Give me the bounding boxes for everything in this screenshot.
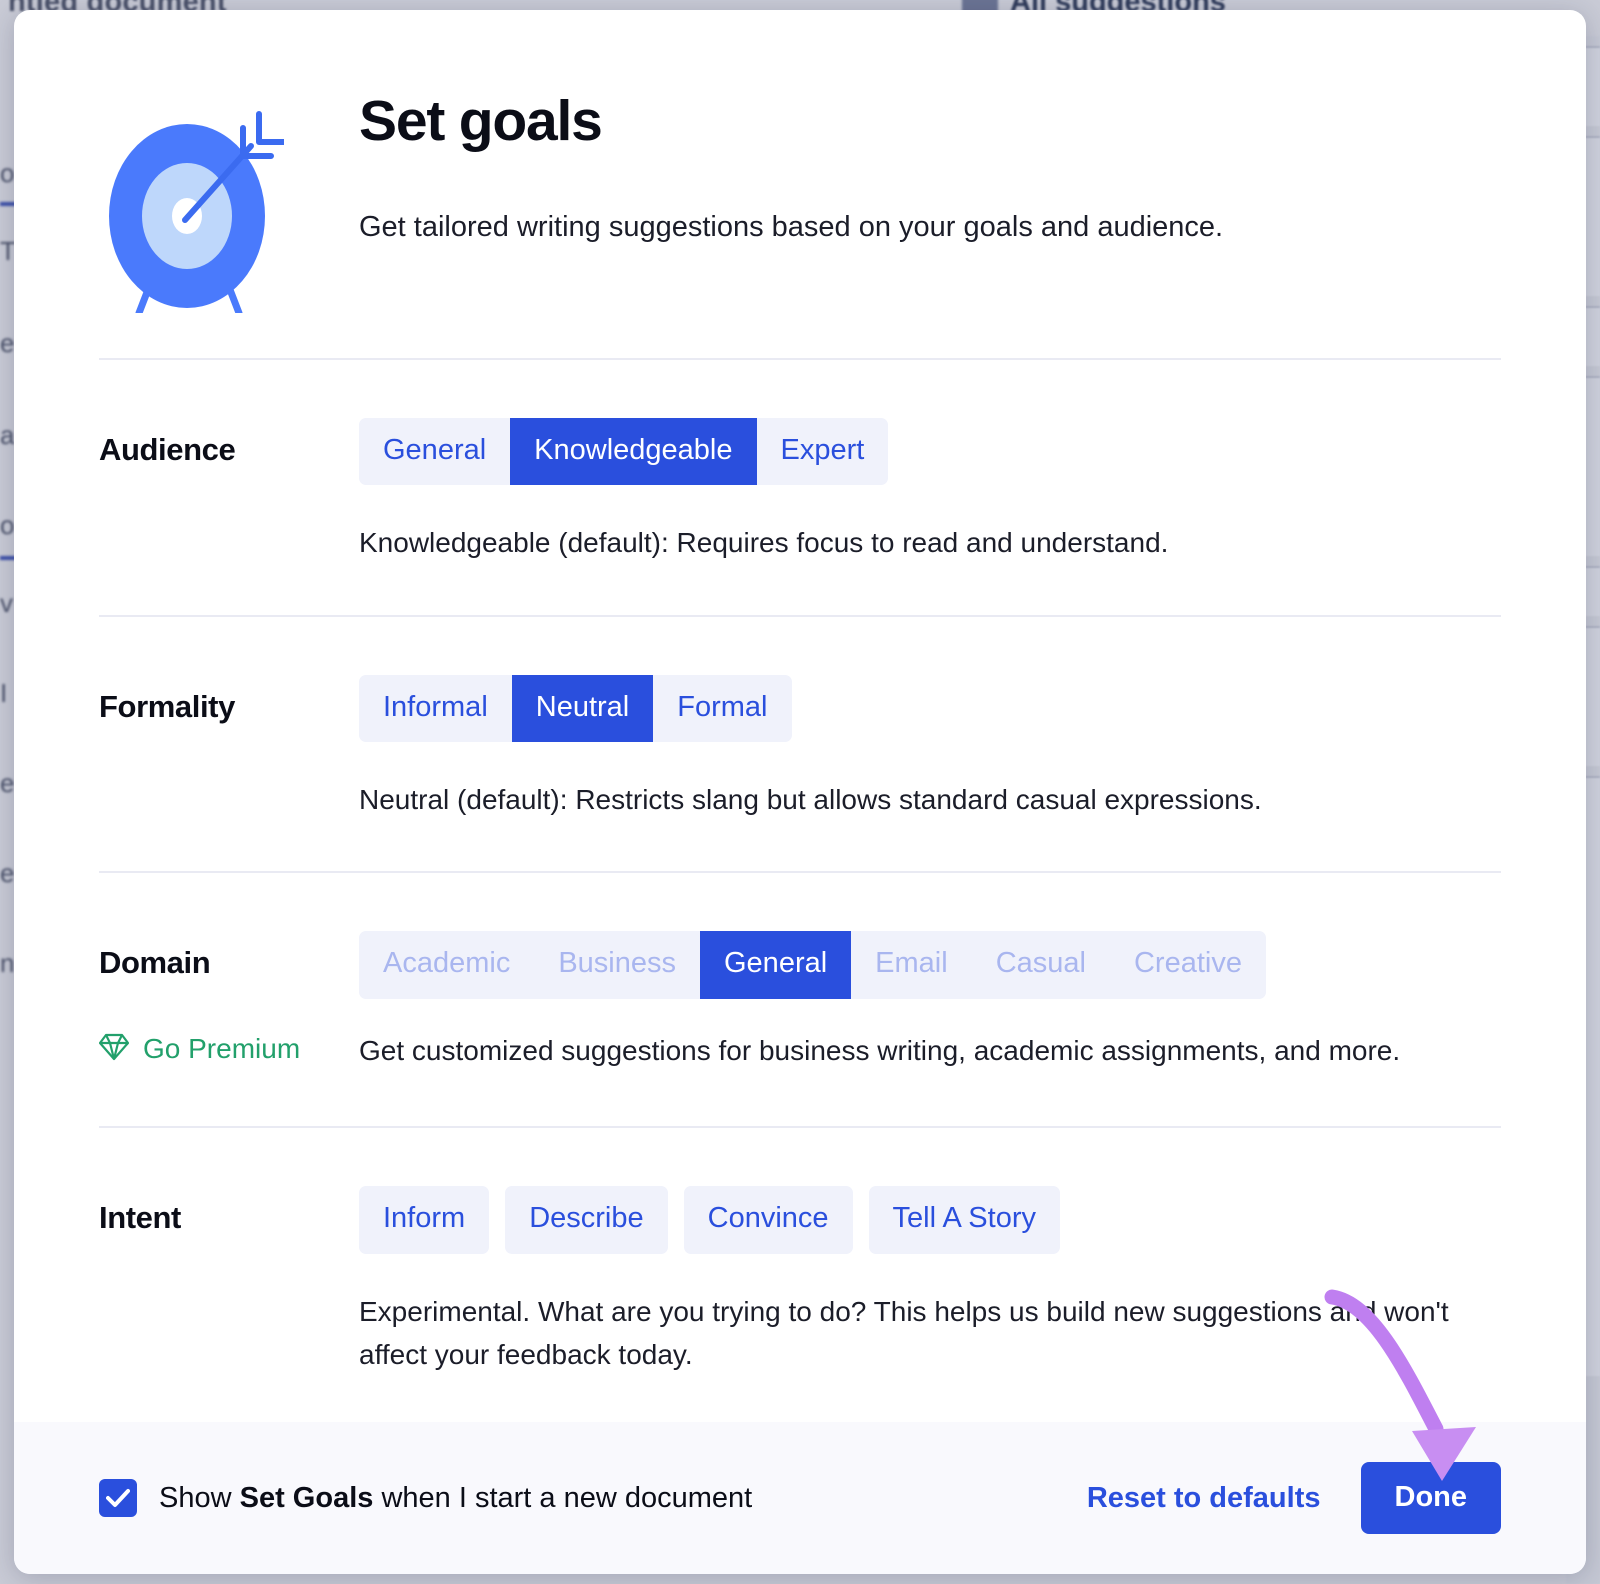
domain-option-email[interactable]: Email	[851, 931, 972, 998]
section-formality: Formality Informal Neutral Formal Neutra…	[14, 674, 1586, 822]
dialog-header: Set goals Get tailored writing suggestio…	[99, 10, 1586, 318]
section-controls-formality: Informal Neutral Formal Neutral (default…	[359, 674, 1501, 822]
intent-hint: Experimental. What are you trying to do?…	[359, 1295, 1449, 1370]
domain-hint-wrap: Get customized suggestions for business …	[359, 999, 1501, 1072]
divider	[99, 1126, 1501, 1129]
section-domain: Domain Academic Business General Email C…	[14, 931, 1586, 999]
go-premium-link[interactable]: Go Premium	[98, 999, 359, 1066]
dialog-footer: Show Set Goals when I start a new docume…	[14, 1422, 1586, 1574]
formality-option-informal[interactable]: Informal	[359, 675, 512, 742]
dialog-body: Set goals Get tailored writing suggestio…	[14, 10, 1586, 1422]
show-set-goals-checkbox-row[interactable]: Show Set Goals when I start a new docume…	[99, 1479, 752, 1517]
go-premium-label: Go Premium	[143, 1033, 301, 1065]
section-label-audience: Audience	[99, 432, 236, 467]
audience-segmented-control: General Knowledgeable Expert	[359, 418, 889, 486]
checkbox-text-after: when I start a new document	[373, 1481, 753, 1514]
set-goals-dialog: Set goals Get tailored writing suggestio…	[14, 10, 1586, 1574]
show-set-goals-checkbox[interactable]	[99, 1479, 137, 1517]
formality-option-neutral[interactable]: Neutral	[511, 674, 654, 743]
diamond-icon	[98, 1033, 130, 1066]
intent-option-tell-a-story[interactable]: Tell A Story	[868, 1186, 1060, 1254]
dialog-header-text: Set goals Get tailored writing suggestio…	[299, 88, 1223, 247]
section-label-intent: Intent	[99, 1200, 181, 1236]
domain-footer: Go Premium Get customized suggestions fo…	[14, 999, 1586, 1072]
audience-option-expert[interactable]: Expert	[757, 418, 889, 485]
audience-hint: Knowledgeable (default): Requires focus …	[359, 527, 1169, 559]
domain-option-business[interactable]: Business	[534, 931, 700, 998]
formality-hint: Neutral (default): Restricts slang but a…	[359, 784, 1262, 816]
reset-to-defaults-link[interactable]: Reset to defaults	[1087, 1482, 1321, 1515]
section-controls-intent: Inform Describe Convince Tell A Story Ex…	[359, 1186, 1501, 1376]
page-title: Set goals	[359, 89, 603, 153]
formality-option-formal[interactable]: Formal	[653, 675, 791, 742]
domain-option-creative[interactable]: Creative	[1110, 931, 1266, 998]
domain-hint: Get customized suggestions for business …	[359, 1034, 1401, 1066]
section-audience: Audience General Knowledgeable Expert Kn…	[14, 418, 1586, 565]
section-label-formality: Formality	[99, 688, 235, 724]
page-subtitle: Get tailored writing suggestions based o…	[359, 210, 1224, 243]
divider	[99, 871, 1501, 874]
domain-option-casual[interactable]: Casual	[972, 931, 1110, 998]
audience-option-general[interactable]: General	[359, 418, 510, 485]
show-set-goals-label: Show Set Goals when I start a new docume…	[159, 1482, 752, 1515]
section-intent: Intent Inform Describe Convince Tell A S…	[14, 1186, 1586, 1376]
divider	[99, 358, 1501, 360]
domain-segmented-control: Academic Business General Email Casual C…	[359, 931, 1266, 999]
checkbox-text-before: Show	[159, 1481, 240, 1514]
domain-option-academic[interactable]: Academic	[359, 931, 534, 998]
section-label-domain: Domain	[99, 945, 211, 981]
intent-option-convince[interactable]: Convince	[683, 1186, 853, 1254]
audience-option-knowledgeable[interactable]: Knowledgeable	[510, 418, 757, 486]
target-arrow-icon	[99, 88, 299, 318]
divider	[99, 614, 1501, 617]
intent-option-inform[interactable]: Inform	[359, 1186, 490, 1254]
section-controls-domain: Academic Business General Email Casual C…	[359, 931, 1501, 999]
formality-segmented-control: Informal Neutral Formal	[359, 674, 792, 743]
domain-option-general[interactable]: General	[700, 931, 852, 999]
checkbox-text-bold: Set Goals	[239, 1481, 374, 1514]
intent-option-describe[interactable]: Describe	[505, 1186, 668, 1254]
section-controls-audience: General Knowledgeable Expert Knowledgeab…	[359, 418, 1501, 565]
intent-button-group: Inform Describe Convince Tell A Story	[359, 1186, 1060, 1254]
done-button[interactable]: Done	[1360, 1462, 1501, 1534]
